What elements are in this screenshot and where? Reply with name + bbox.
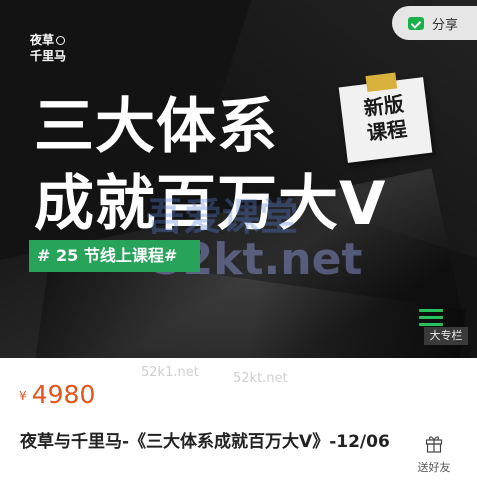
brand-line-2: 千里马 xyxy=(30,49,67,63)
banner-title-line-1: 三大体系 xyxy=(34,92,278,162)
brand-logo: 夜草 千里马 xyxy=(30,32,66,64)
wechat-share-icon xyxy=(408,16,424,30)
price-value: 4980 xyxy=(31,380,96,409)
menu-icon[interactable] xyxy=(419,309,443,326)
brand-circle-icon xyxy=(56,36,66,45)
tape-icon xyxy=(365,72,398,92)
column-label[interactable]: 大专栏 xyxy=(424,327,468,345)
currency-symbol: ¥ xyxy=(19,389,27,403)
price: ¥ 4980 xyxy=(19,380,95,409)
new-course-sticky-note: 新版 课程 xyxy=(338,72,433,163)
page-watermark: 52k1.net xyxy=(141,365,199,380)
send-gift-button[interactable]: 送好友 xyxy=(414,433,454,478)
share-button[interactable]: 分享 xyxy=(392,6,477,40)
gift-icon xyxy=(425,436,443,453)
lesson-count-tag: # 25 节线上课程# xyxy=(29,240,200,272)
page-watermark: 52kt.net xyxy=(233,371,288,386)
course-title: 夜草与千里马-《三大体系成就百万大V》-12/06 xyxy=(20,432,390,452)
brand-line-1: 夜草 xyxy=(30,33,55,47)
watermark-text: 吾爱课堂 xyxy=(146,195,299,239)
gift-label: 送好友 xyxy=(417,461,451,474)
share-label: 分享 xyxy=(432,17,459,33)
course-banner: 夜草 千里马 三大体系 成就百万大V 吾爱课堂 52kt.net 新版 课程 #… xyxy=(0,0,477,358)
